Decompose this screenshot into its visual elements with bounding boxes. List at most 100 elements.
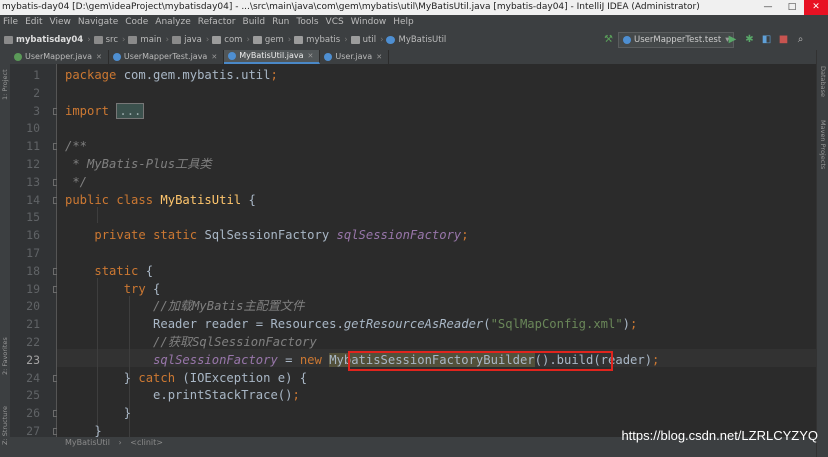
class-icon xyxy=(324,53,333,61)
line-number[interactable]: 25 xyxy=(20,387,40,405)
breadcrumb-label: src xyxy=(105,35,119,45)
package-icon xyxy=(294,36,304,44)
code-line[interactable]: } catch (IOException e) { xyxy=(65,370,307,388)
line-number-gutter: 1 2 3 10 11 12 13 14 15 16 17 18 19 20 21 22 23 24 25 26 27 xyxy=(10,64,60,438)
stop-icon[interactable]: ■ xyxy=(777,34,790,46)
code-editor[interactable]: package com.gem.mybatis.util; import ... /… xyxy=(57,64,816,437)
line-number[interactable]: 11 xyxy=(20,138,40,156)
line-number[interactable]: 24 xyxy=(20,370,40,388)
line-number[interactable]: 26 xyxy=(20,405,40,423)
code-line[interactable]: private static SqlSessionFactory sqlSess… xyxy=(65,227,468,245)
line-number[interactable]: 15 xyxy=(20,209,40,227)
editor-tabs: UserMapper.java ✕ UserMapperTest.java ✕ My… xyxy=(10,50,816,64)
code-line[interactable]: * MyBatis-Plus工具类 xyxy=(65,156,211,174)
menu-tools[interactable]: Tools xyxy=(296,15,318,30)
line-number[interactable]: 3 xyxy=(20,103,40,121)
highlight-annotation-box xyxy=(348,351,613,371)
menu-window[interactable]: Window xyxy=(351,15,387,30)
line-number[interactable]: 21 xyxy=(20,316,40,334)
line-number[interactable]: 22 xyxy=(20,334,40,352)
menu-file[interactable]: File xyxy=(3,15,18,30)
code-line[interactable]: //加载MyBatis主配置文件 xyxy=(65,298,304,316)
tab-usermapper[interactable]: UserMapper.java ✕ xyxy=(10,50,109,64)
code-line[interactable]: e.printStackTrace(); xyxy=(65,387,300,405)
code-line[interactable]: import ... xyxy=(65,102,145,121)
line-number[interactable]: 1 xyxy=(20,67,40,85)
line-number[interactable]: 2 xyxy=(20,85,40,103)
maximize-button[interactable]: □ xyxy=(780,0,804,15)
close-icon[interactable]: ✕ xyxy=(211,50,217,64)
line-number[interactable]: 18 xyxy=(20,263,40,281)
menu-navigate[interactable]: Navigate xyxy=(78,15,118,30)
breadcrumb-gem[interactable]: gem › xyxy=(252,30,291,50)
breadcrumb-class-name[interactable]: MyBatisUtil xyxy=(65,438,110,447)
breadcrumb-class[interactable]: MyBatisUtil xyxy=(386,30,446,50)
close-icon[interactable]: ✕ xyxy=(96,50,102,64)
line-number[interactable]: 19 xyxy=(20,281,40,299)
breadcrumb: mybatisday04 › src › main › java › com › gem ›… xyxy=(4,30,449,50)
breadcrumb-project[interactable]: mybatisday04 › xyxy=(4,30,91,50)
code-line[interactable]: public class MyBatisUtil { xyxy=(65,192,256,210)
code-line[interactable]: package com.gem.mybatis.util; xyxy=(65,67,278,85)
build-hammer-icon[interactable]: ⚒ xyxy=(604,35,614,45)
line-number[interactable]: 14 xyxy=(20,192,40,210)
code-line[interactable]: */ xyxy=(65,174,87,192)
menu-analyze[interactable]: Analyze xyxy=(155,15,190,30)
line-number[interactable]: 16 xyxy=(20,227,40,245)
menu-help[interactable]: Help xyxy=(393,15,414,30)
window-title: mybatis-day04 [D:\gem\ideaProject\mybati… xyxy=(2,2,700,12)
close-icon[interactable]: ✕ xyxy=(308,49,314,63)
breadcrumb-com[interactable]: com › xyxy=(212,30,250,50)
line-number[interactable]: 13 xyxy=(20,174,40,192)
test-class-icon xyxy=(623,36,631,44)
close-icon[interactable]: ✕ xyxy=(376,50,382,64)
breadcrumb-label: mybatisday04 xyxy=(16,35,84,45)
breadcrumb-main[interactable]: main › xyxy=(128,30,169,50)
line-number[interactable]: 17 xyxy=(20,245,40,263)
breadcrumb-mybatis[interactable]: mybatis › xyxy=(294,30,348,50)
code-line[interactable]: //获取SqlSessionFactory xyxy=(65,334,317,352)
favorites-tool-window-tab[interactable]: 2: Favorites xyxy=(1,320,9,375)
menu-vcs[interactable]: VCS xyxy=(326,15,344,30)
breadcrumb-java[interactable]: java › xyxy=(172,30,209,50)
menu-edit[interactable]: Edit xyxy=(25,15,42,30)
code-line[interactable]: } xyxy=(65,405,131,423)
code-line[interactable]: static { xyxy=(65,263,153,281)
menu-code[interactable]: Code xyxy=(125,15,148,30)
line-number[interactable]: 20 xyxy=(20,298,40,316)
maven-tool-window-tab[interactable]: Maven Projects xyxy=(819,120,827,169)
folder-icon xyxy=(128,36,138,44)
breadcrumb-src[interactable]: src › xyxy=(93,30,125,50)
search-icon[interactable]: ⌕ xyxy=(794,34,807,46)
minimize-button[interactable]: — xyxy=(756,0,780,15)
interface-icon xyxy=(14,53,22,61)
menu-view[interactable]: View xyxy=(50,15,71,30)
tab-user[interactable]: User.java ✕ xyxy=(320,50,390,64)
run-config-select[interactable]: UserMapperTest.test ▾ xyxy=(618,32,735,48)
folder-icon xyxy=(93,36,103,44)
tab-label: UserMapperTest.java xyxy=(123,52,208,61)
code-line[interactable]: } xyxy=(65,423,101,437)
line-number[interactable]: 23 xyxy=(20,352,40,370)
breadcrumb-label: mybatis xyxy=(306,35,341,45)
run-icon[interactable]: ▶ xyxy=(726,34,739,46)
line-number[interactable]: 12 xyxy=(20,156,40,174)
debug-icon[interactable]: ✱ xyxy=(743,34,756,46)
breadcrumb-member[interactable]: <clinit> xyxy=(130,438,163,447)
code-line[interactable]: Reader reader = Resources.getResourceAsR… xyxy=(65,316,637,334)
project-tool-window-tab[interactable]: 1: Project xyxy=(1,50,9,100)
menu-build[interactable]: Build xyxy=(243,15,266,30)
code-line[interactable]: try { xyxy=(65,281,161,299)
breadcrumb-label: main xyxy=(140,35,162,45)
menu-run[interactable]: Run xyxy=(272,15,289,30)
menu-refactor[interactable]: Refactor xyxy=(198,15,236,30)
structure-tool-window-tab[interactable]: Z: Structure xyxy=(1,390,9,445)
close-button[interactable]: ✕ xyxy=(804,0,828,15)
database-tool-window-tab[interactable]: Database xyxy=(819,66,827,97)
code-line[interactable]: /** xyxy=(65,138,87,156)
line-number[interactable]: 10 xyxy=(20,120,40,138)
tab-mybatisutil[interactable]: MyBatisUtil.java ✕ xyxy=(224,49,321,64)
coverage-icon[interactable]: ◧ xyxy=(760,34,773,46)
breadcrumb-util[interactable]: util › xyxy=(350,30,383,50)
tab-usermappertest[interactable]: UserMapperTest.java ✕ xyxy=(109,50,225,64)
